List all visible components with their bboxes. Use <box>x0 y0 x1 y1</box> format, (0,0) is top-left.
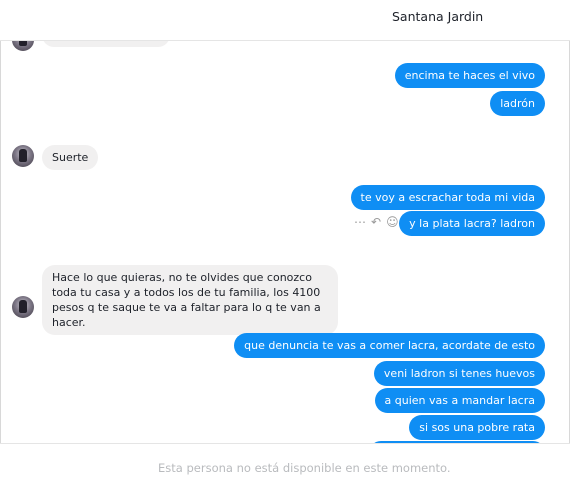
message-bubble[interactable]: a quien vas a mandar lacra <box>374 388 545 413</box>
reply-icon[interactable]: ↶ <box>371 215 381 229</box>
message-bubble[interactable]: veni ladron si tenes huevos <box>373 361 545 386</box>
smiley-icon[interactable]: ☺ <box>386 215 399 229</box>
contact-avatar[interactable] <box>12 41 34 51</box>
unavailable-notice: Esta persona no está disponible en este … <box>158 461 451 475</box>
more-icon[interactable]: ⋯ <box>354 215 366 229</box>
message-partial <box>42 41 170 47</box>
message-bubble[interactable]: y la plata lacra? ladron <box>399 211 545 236</box>
message-bubble[interactable]: te voy a escrachar toda mi vida <box>350 185 545 210</box>
message-bubble[interactable]: ladrón <box>490 91 545 116</box>
message-actions: ⋯ ↶ ☺ <box>354 215 399 229</box>
contact-avatar[interactable] <box>12 296 34 318</box>
contact-avatar[interactable] <box>12 145 34 167</box>
message-bubble[interactable]: si sos una pobre rata <box>409 415 545 440</box>
message-bubble[interactable]: Suerte <box>42 145 99 170</box>
message-bubble[interactable]: Hace lo que quieras, no te olvides que c… <box>42 265 338 335</box>
message-bubble[interactable]: que denuncia te vas a comer lacra, acord… <box>234 333 545 358</box>
composer-area: Esta persona no está disponible en este … <box>0 443 570 486</box>
contact-name[interactable]: Santana Jardin <box>392 9 483 24</box>
message-bubble[interactable]: encima te haces el vivo <box>394 63 545 88</box>
chat-header: Santana Jardin <box>0 0 570 41</box>
message-list[interactable]: encima te haces el vivo ladrón Suerte te… <box>0 41 570 443</box>
